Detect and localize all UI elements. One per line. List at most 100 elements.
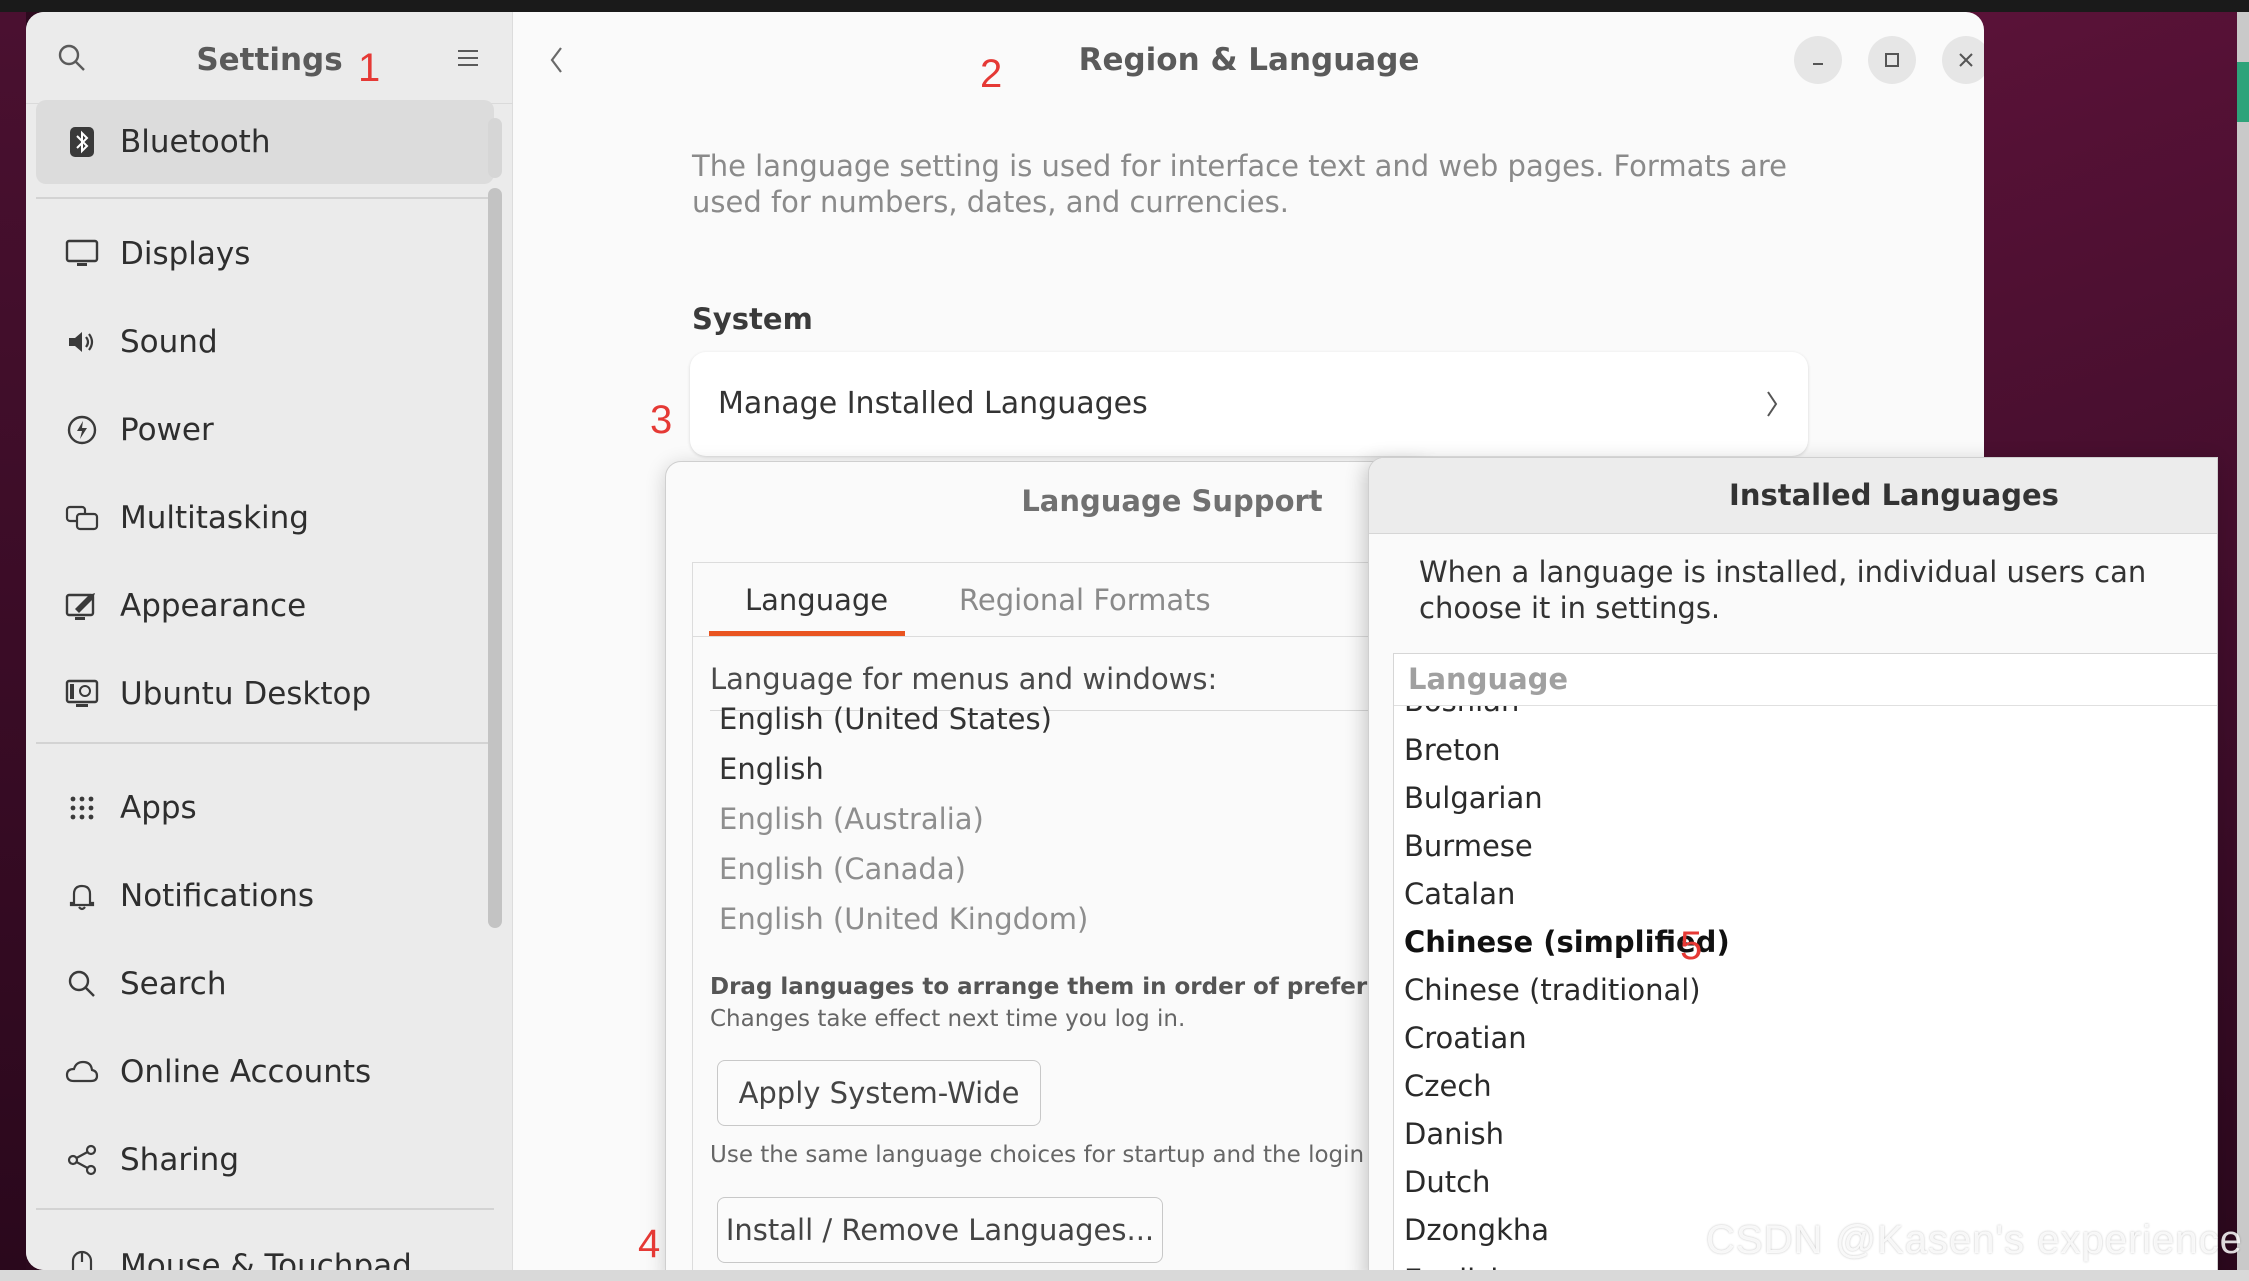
list-item[interactable]: Chinese (traditional) — [1404, 973, 1701, 1007]
mouse-icon — [64, 1248, 100, 1270]
search-icon — [64, 966, 100, 1002]
appearance-icon — [64, 588, 100, 624]
annotation-2: 2 — [980, 52, 1003, 96]
power-icon — [64, 412, 100, 448]
language-list-item[interactable]: English (United Kingdom) — [719, 902, 1088, 936]
sidebar-item-label: Displays — [120, 236, 251, 272]
tab-language[interactable]: Language — [745, 583, 888, 617]
hamburger-menu-icon[interactable] — [450, 40, 486, 76]
language-support-dialog: Language Support Language Regional Forma… — [665, 461, 1425, 1281]
sidebar-scroll-track — [488, 118, 502, 178]
manage-installed-languages-row[interactable]: Manage Installed Languages — [690, 352, 1808, 456]
sidebar-item-mouse-touchpad[interactable]: Mouse & Touchpad — [36, 1224, 494, 1270]
list-item[interactable]: Dutch — [1404, 1165, 1490, 1199]
sidebar-item-displays[interactable]: Displays — [36, 212, 494, 296]
sidebar-item-label: Appearance — [120, 588, 307, 624]
sidebar-item-online-accounts[interactable]: Online Accounts — [36, 1030, 494, 1114]
list-item[interactable]: Czech — [1404, 1069, 1492, 1103]
language-list-item[interactable]: English (Canada) — [719, 852, 966, 886]
desktop-bottom-bar — [0, 1270, 2249, 1281]
annotation-5: 5 — [1680, 924, 1703, 968]
sidebar-item-label: Online Accounts — [120, 1054, 372, 1090]
apps-grid-icon — [64, 790, 100, 826]
bluetooth-icon — [64, 124, 100, 160]
minimize-button[interactable] — [1794, 36, 1842, 84]
dialog-header: Installed Languages — [1369, 458, 2217, 534]
installed-description: When a language is installed, individual… — [1419, 555, 2147, 625]
sidebar-item-label: Power — [120, 412, 214, 448]
list-item[interactable]: Burmese — [1404, 829, 1533, 863]
background-accent — [2237, 62, 2249, 122]
drag-note: Drag languages to arrange them in order … — [710, 974, 1425, 1000]
sidebar-item-label: Apps — [120, 790, 197, 826]
annotation-3: 3 — [650, 398, 673, 442]
list-item[interactable]: Dzongkha — [1404, 1213, 1549, 1247]
multitasking-icon — [64, 500, 100, 536]
close-button[interactable] — [1942, 36, 1984, 84]
list-item[interactable]: Danish — [1404, 1117, 1504, 1151]
sidebar-item-appearance[interactable]: Appearance — [36, 564, 494, 648]
watermark: CSDN @Kasen's experience — [1706, 1218, 2243, 1262]
sidebar-item-label: Search — [120, 966, 227, 1002]
install-remove-languages-button[interactable]: Install / Remove Languages... — [717, 1197, 1163, 1263]
sidebar-separator — [36, 1208, 494, 1210]
sidebar-item-multitasking[interactable]: Multitasking — [36, 476, 494, 560]
desktop-wallpaper-left — [0, 12, 26, 1281]
sidebar: Settings Bluetooth Displays Sound Power … — [26, 12, 513, 1270]
maximize-button[interactable] — [1868, 36, 1916, 84]
list-item[interactable]: Bulgarian — [1404, 781, 1543, 815]
dialog-title: Installed Languages — [1729, 478, 2059, 512]
sidebar-item-ubuntu-desktop[interactable]: Ubuntu Desktop — [36, 652, 494, 736]
sidebar-separator — [36, 742, 494, 744]
column-header-language[interactable]: Language — [1394, 654, 2217, 706]
sidebar-title: Settings — [196, 42, 343, 78]
sidebar-item-label: Bluetooth — [120, 124, 271, 160]
manage-languages-label: Manage Installed Languages — [718, 386, 1148, 421]
menus-windows-label: Language for menus and windows: — [710, 662, 1218, 696]
sidebar-item-apps[interactable]: Apps — [36, 766, 494, 850]
ubuntu-desktop-icon — [64, 676, 100, 712]
sidebar-item-search[interactable]: Search — [36, 942, 494, 1026]
apply-system-wide-button[interactable]: Apply System-Wide — [717, 1060, 1041, 1126]
list-item[interactable]: Croatian — [1404, 1021, 1527, 1055]
sidebar-item-sharing[interactable]: Sharing — [36, 1118, 494, 1202]
display-icon — [64, 236, 100, 272]
installed-language-list[interactable]: Bosnian Language Breton Bulgarian Burmes… — [1393, 653, 2217, 1280]
page-title: Region & Language — [1078, 42, 1420, 78]
installed-languages-dialog: Installed Languages When a language is i… — [1368, 457, 2218, 1281]
speaker-icon — [64, 324, 100, 360]
list-item[interactable]: Catalan — [1404, 877, 1515, 911]
apply-note: Use the same language choices for startu… — [710, 1142, 1406, 1168]
tab-regional-formats[interactable]: Regional Formats — [959, 583, 1211, 617]
language-list-item[interactable]: English — [719, 752, 824, 786]
effect-note: Changes take effect next time you log in… — [710, 1006, 1186, 1032]
region-description: The language setting is used for interfa… — [692, 149, 1787, 219]
main-header: Region & Language — [514, 12, 1984, 104]
sidebar-item-label: Sound — [120, 324, 218, 360]
sidebar-item-power[interactable]: Power — [36, 388, 494, 472]
chevron-right-icon — [1760, 388, 1784, 420]
tab-bar: Language Regional Formats — [693, 563, 1424, 637]
language-list-item[interactable]: English (United States) — [719, 702, 1052, 736]
language-list-item[interactable]: English (Australia) — [719, 802, 984, 836]
sidebar-separator — [36, 197, 494, 199]
list-item[interactable]: Breton — [1404, 733, 1501, 767]
background-window-edge — [2237, 12, 2249, 1270]
annotation-1: 1 — [358, 46, 381, 90]
active-tab-indicator — [709, 631, 905, 636]
annotation-4: 4 — [638, 1222, 661, 1266]
sidebar-item-label: Sharing — [120, 1142, 240, 1178]
sidebar-item-label: Mouse & Touchpad — [120, 1248, 412, 1270]
sidebar-item-sound[interactable]: Sound — [36, 300, 494, 384]
sidebar-item-bluetooth[interactable]: Bluetooth — [36, 100, 494, 184]
desktop-top-bar — [0, 0, 2249, 12]
column-header-label: Language — [1408, 662, 1569, 696]
sidebar-item-notifications[interactable]: Notifications — [36, 854, 494, 938]
sidebar-item-label: Notifications — [120, 878, 315, 914]
bell-icon — [64, 878, 100, 914]
cloud-icon — [64, 1054, 100, 1090]
sidebar-item-label: Ubuntu Desktop — [120, 676, 372, 712]
sidebar-header: Settings — [26, 12, 513, 104]
sidebar-scrollbar[interactable] — [488, 188, 502, 928]
section-title-system: System — [692, 302, 813, 336]
